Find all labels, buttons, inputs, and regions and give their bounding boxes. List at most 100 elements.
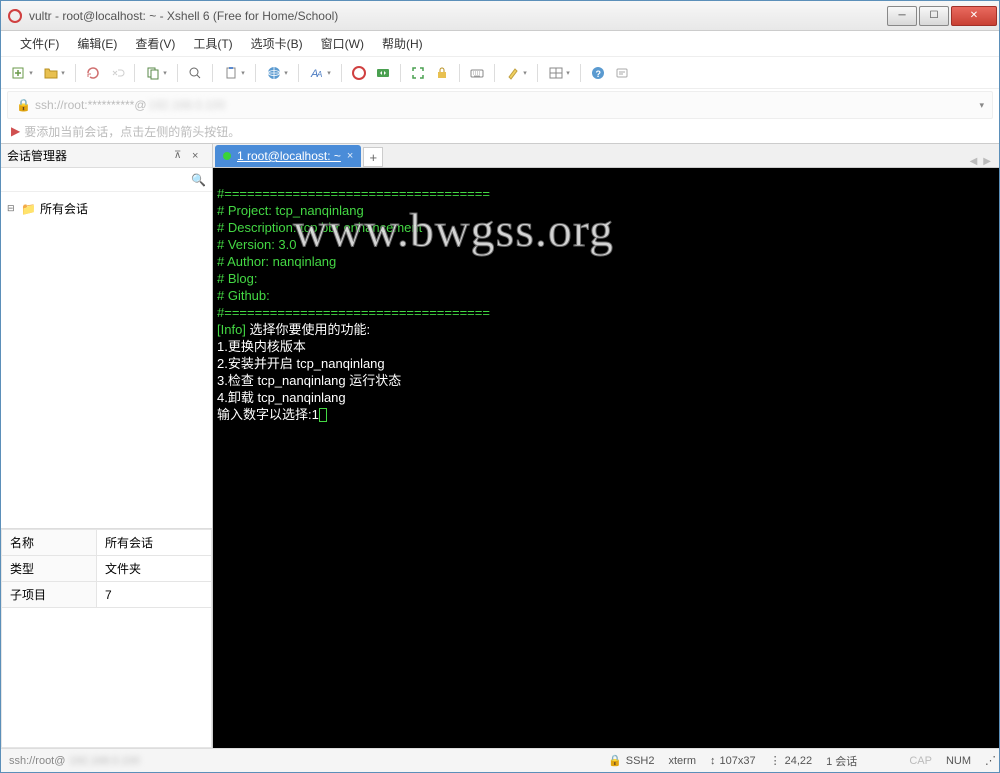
lock-icon: 🔒	[16, 98, 31, 112]
resize-grip[interactable]: ⋰	[985, 754, 991, 767]
tree-toggle-icon[interactable]: ⊟	[7, 203, 17, 214]
font-button[interactable]: AA	[305, 62, 335, 84]
address-dropdown-icon[interactable]: ▾	[979, 100, 984, 111]
term-info-tag: [Info]	[217, 322, 246, 337]
prop-key: 类型	[2, 556, 97, 582]
xftp-button[interactable]	[372, 62, 394, 84]
separator	[298, 64, 299, 82]
address-text: ssh://root:**********@	[35, 98, 147, 112]
minimize-button[interactable]: ─	[887, 6, 917, 26]
folder-icon: 📁	[21, 202, 36, 216]
new-session-button[interactable]	[7, 62, 37, 84]
separator	[494, 64, 495, 82]
prop-blank	[1, 608, 212, 748]
tab-label: 1 root@localhost: ~	[237, 149, 341, 163]
search-button[interactable]	[184, 62, 206, 84]
globe-button[interactable]	[262, 62, 292, 84]
session-tree[interactable]: ⊟ 📁 所有会话	[1, 192, 212, 528]
menu-help[interactable]: 帮助(H)	[373, 31, 432, 56]
pos-icon: ⋮	[770, 754, 781, 767]
highlight-button[interactable]	[501, 62, 531, 84]
term-line: # Author: nanqinlang	[217, 254, 336, 269]
term-line: 2.安装并开启 tcp_nanqinlang	[217, 356, 385, 371]
session-properties: 名称所有会话 类型文件夹 子项目7	[1, 528, 212, 748]
tab-nav: ◀ ▶	[962, 156, 999, 167]
lock-button[interactable]	[431, 62, 453, 84]
maximize-button[interactable]: ☐	[919, 6, 949, 26]
tab-bar: 1 root@localhost: ~ × + ◀ ▶	[213, 144, 999, 168]
lock-icon: 🔒	[608, 754, 622, 767]
status-num: NUM	[946, 755, 971, 767]
tab-active[interactable]: 1 root@localhost: ~ ×	[215, 145, 361, 167]
tree-root-label: 所有会话	[40, 200, 88, 217]
search-icon[interactable]: 🔍	[191, 173, 206, 187]
prop-row: 类型文件夹	[2, 556, 212, 582]
xshell-icon[interactable]	[348, 62, 370, 84]
main-area: 会话管理器 ⊼ × 🔍 ⊟ 📁 所有会话 名称所有会话 类型文件夹 子项目7	[1, 143, 999, 748]
session-panel-title: 会话管理器	[7, 147, 174, 164]
status-termtype: xterm	[669, 755, 697, 767]
separator	[212, 64, 213, 82]
paste-button[interactable]	[219, 62, 249, 84]
separator	[341, 64, 342, 82]
reconnect-button[interactable]	[82, 62, 104, 84]
prop-row: 名称所有会话	[2, 530, 212, 556]
blurred-host: 192.168.0.100	[149, 98, 226, 112]
status-session-count: 1 会话	[826, 753, 857, 769]
copy-button[interactable]	[141, 62, 171, 84]
separator	[255, 64, 256, 82]
separator	[537, 64, 538, 82]
term-line: # Project: tcp_nanqinlang	[217, 203, 364, 218]
term-prompt: 输入数字以选择:1	[217, 407, 319, 422]
tab-close-icon[interactable]: ×	[347, 150, 353, 162]
status-cursor-pos: ⋮24,22	[770, 754, 813, 767]
menu-tabs[interactable]: 选项卡(B)	[242, 31, 312, 56]
panel-close-icon[interactable]: ×	[192, 150, 206, 162]
separator	[580, 64, 581, 82]
term-line: # Github:	[217, 288, 270, 303]
help-button[interactable]: ?	[587, 62, 609, 84]
menu-tools[interactable]: 工具(T)	[184, 31, 241, 56]
tab-next-icon[interactable]: ▶	[983, 156, 991, 167]
session-panel-header: 会话管理器 ⊼ ×	[1, 144, 212, 168]
prop-key: 子项目	[2, 582, 97, 608]
term-line: # Description: tcp bbr enhancement	[217, 220, 422, 235]
info-button[interactable]	[611, 62, 633, 84]
menu-file[interactable]: 文件(F)	[11, 31, 68, 56]
session-search-input[interactable]	[7, 173, 191, 187]
window-title: vultr - root@localhost: ~ - Xshell 6 (Fr…	[29, 9, 887, 23]
pin-icon[interactable]: ⊼	[174, 150, 188, 161]
disconnect-button[interactable]	[106, 62, 128, 84]
menu-edit[interactable]: 编辑(E)	[68, 31, 126, 56]
term-info-rest: 选择你要使用的功能:	[246, 322, 370, 337]
hint-bar: ▶ 要添加当前会话，点击左侧的箭头按钮。	[1, 119, 999, 143]
term-line: #===================================	[217, 305, 490, 320]
separator	[459, 64, 460, 82]
tab-prev-icon[interactable]: ◀	[970, 156, 978, 167]
status-ssh: 🔒SSH2	[608, 754, 654, 767]
term-line: 4.卸载 tcp_nanqinlang	[217, 390, 346, 405]
cursor-icon	[319, 408, 327, 422]
keyboard-button[interactable]	[466, 62, 488, 84]
status-bar: ssh://root@192.168.0.100 🔒SSH2 xterm ↕10…	[1, 748, 999, 772]
layout-button[interactable]	[544, 62, 574, 84]
svg-text:?: ?	[596, 69, 602, 79]
flag-icon: ▶	[11, 124, 20, 138]
menu-window[interactable]: 窗口(W)	[312, 31, 373, 56]
menu-view[interactable]: 查看(V)	[126, 31, 184, 56]
tab-add-button[interactable]: +	[363, 147, 383, 167]
window-titlebar: vultr - root@localhost: ~ - Xshell 6 (Fr…	[1, 1, 999, 31]
address-bar[interactable]: 🔒 ssh://root:**********@ 192.168.0.100 ▾	[7, 91, 993, 119]
terminal[interactable]: #=================================== # P…	[213, 168, 999, 748]
open-session-button[interactable]	[39, 62, 69, 84]
term-line: 1.更换内核版本	[217, 339, 306, 354]
status-connection: ssh://root@192.168.0.100	[9, 755, 594, 767]
term-line: 3.检查 tcp_nanqinlang 运行状态	[217, 373, 401, 388]
app-icon	[7, 8, 23, 24]
toolbar: AA ?	[1, 57, 999, 89]
fullscreen-button[interactable]	[407, 62, 429, 84]
terminal-wrap: 1 root@localhost: ~ × + ◀ ▶ #===========…	[213, 144, 999, 748]
close-button[interactable]: ✕	[951, 6, 997, 26]
tree-root-item[interactable]: ⊟ 📁 所有会话	[7, 198, 206, 219]
term-line: # Version: 3.0	[217, 237, 297, 252]
